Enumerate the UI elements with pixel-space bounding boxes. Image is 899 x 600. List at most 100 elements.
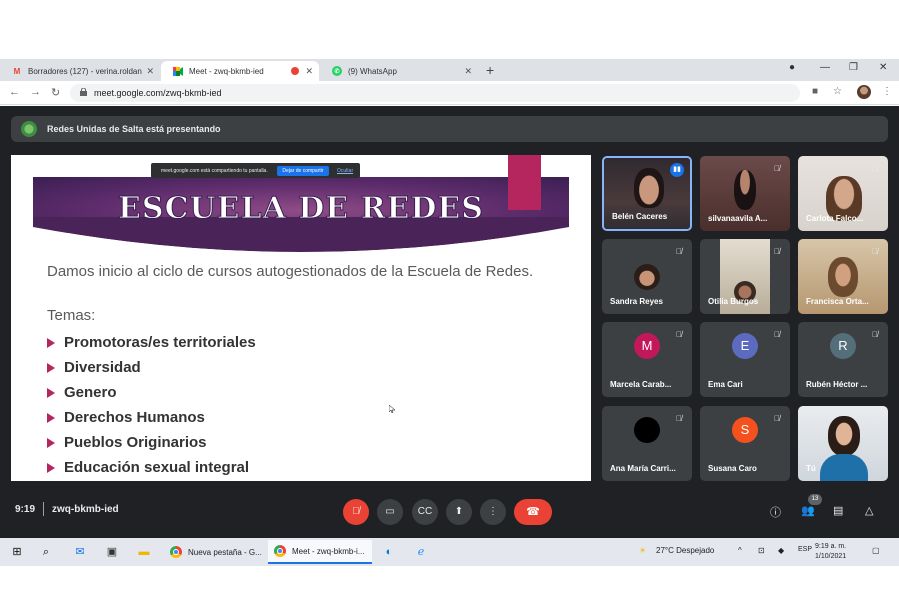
activities-icon[interactable]: △ — [865, 504, 873, 517]
minimize-button[interactable]: — — [820, 62, 830, 73]
participant-tile[interactable]: 🎙̸ Ana María Carri... — [602, 406, 692, 481]
present-now-button[interactable]: ⬆ — [446, 499, 472, 525]
taskbar-app-chrome-newtab[interactable]: Nueva pestaña - G... — [164, 540, 266, 564]
network-icon[interactable]: ⊡ — [758, 546, 765, 555]
tab-gmail[interactable]: M Borradores (127) - verina.roldan ✕ — [0, 61, 160, 81]
search-icon[interactable]: ⌕ — [38, 544, 54, 560]
slide-topics-label: Temas: — [47, 307, 96, 324]
chrome-icon — [170, 546, 182, 558]
participant-face — [734, 170, 756, 210]
notifications-icon[interactable]: ▢ — [872, 546, 880, 555]
slide-title: ESCUELA DE REDES — [118, 191, 484, 227]
stop-sharing-button[interactable]: Dejar de compartir — [277, 166, 329, 176]
tab-label: (9) WhatsApp — [348, 66, 397, 76]
meeting-details-icon[interactable]: ⓘ — [770, 504, 781, 520]
list-item: Educación sexual integral — [47, 455, 256, 480]
participant-tile[interactable]: R 🎙̸ Rubén Héctor ... — [798, 322, 888, 397]
participant-avatar — [634, 417, 660, 443]
mic-off-button[interactable]: 🎙̸ — [343, 499, 369, 525]
bullet-triangle-icon — [47, 462, 55, 473]
muted-mic-icon: 🎙̸ — [872, 414, 878, 423]
address-bar[interactable]: meet.google.com/zwq-bkmb-ied — [70, 84, 800, 102]
meeting-code: zwq-bkmb-ied — [52, 504, 119, 515]
close-window-button[interactable]: ✕ — [879, 62, 887, 73]
taskbar-clock[interactable]: 9:19 a. m. 1/10/2021 — [815, 542, 846, 562]
topic-text: Genero — [64, 384, 117, 401]
forward-arrow-icon[interactable]: → — [30, 86, 41, 98]
muted-mic-icon: 🎙̸ — [774, 164, 780, 173]
tab-search-icon[interactable]: ● — [789, 62, 795, 73]
participant-name: Rubén Héctor ... — [806, 380, 868, 389]
list-item: Genero — [47, 380, 256, 405]
profile-avatar[interactable] — [857, 85, 871, 99]
language-indicator[interactable]: ESP — [798, 546, 812, 553]
close-tab-icon[interactable]: ✕ — [305, 66, 313, 77]
camera-in-use-icon[interactable]: ■ — [812, 86, 818, 97]
mail-icon[interactable]: ✉ — [72, 544, 88, 560]
back-arrow-icon[interactable]: ← — [9, 86, 20, 98]
clock-time: 9:19 a. m. — [815, 543, 847, 550]
recording-indicator-icon — [291, 67, 299, 75]
participant-name: Belén Caceres — [612, 212, 668, 221]
internet-explorer-icon[interactable]: ℯ — [413, 544, 429, 560]
close-tab-icon[interactable]: ✕ — [146, 66, 154, 77]
participant-name: Marcela Carab... — [610, 380, 672, 389]
participant-tile[interactable]: E 🎙̸ Ema Cari — [700, 322, 790, 397]
restore-button[interactable]: ❐ — [849, 62, 858, 73]
new-tab-button[interactable]: + — [486, 62, 494, 78]
taskbar-app-label: Meet - zwq-bkmb-i... — [292, 546, 365, 556]
topic-text: Derechos Humanos — [64, 409, 205, 426]
lock-icon — [80, 88, 87, 96]
tab-meet[interactable]: Meet - zwq-bkmb-ied ✕ — [161, 61, 319, 81]
menu-kebab-icon[interactable]: ⋮ — [882, 86, 892, 97]
hide-share-bar-link[interactable]: Ocultar — [337, 168, 353, 174]
more-options-button[interactable]: ⋮ — [480, 499, 506, 525]
weather-text[interactable]: 27°C Despejado — [656, 546, 714, 555]
list-item: Derechos Humanos — [47, 405, 256, 430]
muted-mic-icon: 🎙̸ — [872, 247, 878, 256]
participant-name: Otilia Burgos — [708, 297, 759, 306]
dropbox-icon[interactable]: ◆ — [778, 546, 784, 555]
participant-initial-avatar: M — [634, 333, 660, 359]
bullet-triangle-icon — [47, 362, 55, 373]
participant-tile[interactable]: 🎙̸ silvanaavila A... — [700, 156, 790, 231]
participant-tile[interactable]: 🎙̸ Sandra Reyes — [602, 239, 692, 314]
muted-mic-icon: 🎙̸ — [774, 330, 780, 339]
browser-tab-strip: M Borradores (127) - verina.roldan ✕ Mee… — [0, 59, 899, 81]
bookmark-star-icon[interactable]: ☆ — [833, 86, 842, 97]
participant-tile[interactable]: ▮▮ Belén Caceres — [602, 156, 692, 231]
muted-mic-icon: 🎙̸ — [774, 414, 780, 423]
windows-start-icon[interactable]: ⊞ — [9, 544, 25, 560]
gmail-icon: M — [13, 66, 21, 76]
taskbar-app-chrome-meet[interactable]: Meet - zwq-bkmb-i... — [268, 540, 372, 564]
participant-name: Francisca Orta... — [806, 297, 869, 306]
meet-window: Redes Unidas de Salta está presentando E… — [0, 106, 899, 538]
captions-button[interactable]: CC — [412, 499, 438, 525]
people-icon[interactable]: 👥 — [801, 504, 815, 517]
taskbar-app-label: Nueva pestaña - G... — [188, 547, 262, 557]
list-item: Pueblos Originarios — [47, 430, 256, 455]
chat-icon[interactable]: ▤ — [833, 504, 843, 517]
file-explorer-icon[interactable]: ▬ — [136, 544, 152, 560]
reload-icon[interactable]: ↻ — [51, 86, 60, 99]
participant-name: Tú — [806, 464, 816, 473]
camera-button[interactable]: ▭ — [377, 499, 403, 525]
muted-mic-icon: 🎙̸ — [872, 330, 878, 339]
clock-date: 1/10/2021 — [815, 553, 847, 560]
participant-tile[interactable]: M 🎙̸ Marcela Carab... — [602, 322, 692, 397]
edge-icon[interactable]: ◐ — [381, 544, 397, 560]
store-icon[interactable]: ▣ — [104, 544, 120, 560]
show-hidden-icons-chevron-icon[interactable]: ^ — [738, 546, 742, 555]
leave-call-button[interactable]: ☎ — [514, 499, 552, 525]
tab-whatsapp[interactable]: ✆ (9) WhatsApp ✕ — [320, 61, 478, 81]
close-tab-icon[interactable]: ✕ — [464, 66, 472, 77]
divider — [43, 502, 44, 516]
participant-tile[interactable]: 🎙̸ Carlota Falco... — [798, 156, 888, 231]
participant-tile[interactable]: 🎙̸ Francisca Orta... — [798, 239, 888, 314]
participant-tile-self[interactable]: 🎙̸ Tú — [798, 406, 888, 481]
muted-mic-icon: 🎙̸ — [676, 414, 682, 423]
slide-intro-text: Damos inicio al ciclo de cursos autogest… — [47, 263, 534, 280]
participant-tile[interactable]: S 🎙̸ Susana Caro — [700, 406, 790, 481]
participant-name: Carlota Falco... — [806, 214, 864, 223]
participant-tile[interactable]: 🎙̸ Otilia Burgos — [700, 239, 790, 314]
